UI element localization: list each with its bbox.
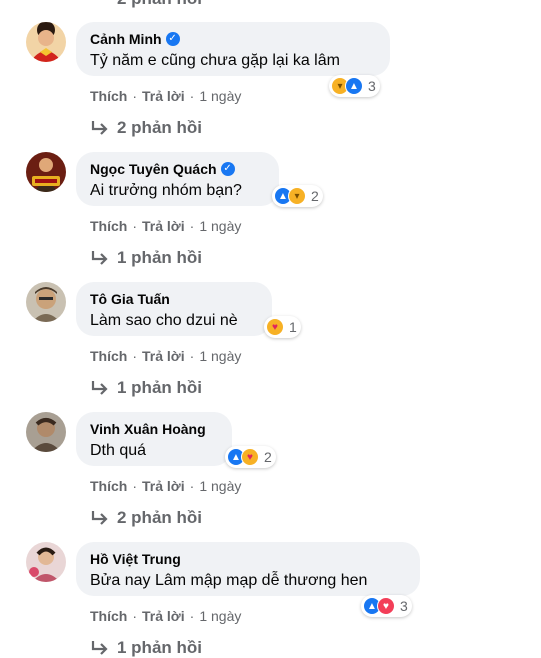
avatar-image: [26, 282, 66, 322]
separator: ·: [189, 218, 195, 234]
view-replies-link[interactable]: 1 phản hồi: [91, 248, 202, 268]
separator: ·: [189, 608, 195, 624]
avatar[interactable]: [26, 412, 66, 452]
comment-actions: Thích · Trả lời · 1 ngày: [90, 88, 241, 104]
reaction-count: 2: [311, 188, 319, 204]
comment-bubble: Tô Gia Tuấn Làm sao cho dzui nè: [76, 282, 272, 336]
reaction-summary[interactable]: ▾ ▲ 3: [329, 75, 380, 97]
replies-count: 1 phản hồi: [117, 248, 202, 267]
reaction-summary[interactable]: ▲ ♥ 3: [361, 595, 412, 617]
comment-actions: Thích · Trả lời · 1 ngày: [90, 608, 241, 624]
reply-link[interactable]: Trả lời: [142, 478, 185, 494]
separator: ·: [132, 348, 138, 364]
reaction-count: 3: [368, 78, 376, 94]
comment-actions: Thích · Trả lời · 1 ngày: [90, 218, 241, 234]
reaction-count: 3: [400, 598, 408, 614]
avatar-image: [26, 412, 66, 452]
comment-time[interactable]: 1 ngày: [199, 608, 241, 624]
reply-arrow-icon: [91, 381, 108, 395]
comment-actions: Thích · Trả lời · 1 ngày: [90, 478, 241, 494]
avatar[interactable]: [26, 282, 66, 322]
reply-link[interactable]: Trả lời: [142, 88, 185, 104]
previous-replies-link[interactable]: 2 phản hồi: [117, 0, 202, 9]
avatar-image: [26, 152, 66, 192]
comment-author[interactable]: Hồ Việt Trung: [90, 550, 181, 568]
view-replies-link[interactable]: 1 phản hồi: [91, 378, 202, 398]
replies-count: 1 phản hồi: [117, 638, 202, 657]
comment-text: Tỷ năm e cũng chưa gặp lại ka lâm: [90, 52, 340, 69]
separator: ·: [189, 348, 195, 364]
comment-time[interactable]: 1 ngày: [199, 218, 241, 234]
comment-bubble: Cảnh Minh ✓ Tỷ năm e cũng chưa gặp lại k…: [76, 22, 390, 76]
reaction-count: 1: [289, 319, 297, 335]
comment-time[interactable]: 1 ngày: [199, 348, 241, 364]
avatar-image: [26, 542, 66, 582]
separator: ·: [189, 88, 195, 104]
comment-text: Ai trưởng nhóm bạn?: [90, 182, 242, 199]
comment-text: Dth quá: [90, 442, 147, 459]
care-icon: ♥: [241, 448, 259, 466]
comment-time[interactable]: 1 ngày: [199, 478, 241, 494]
avatar[interactable]: [26, 152, 66, 192]
comment-author[interactable]: Ngọc Tuyên Quách: [90, 160, 217, 178]
view-replies-link[interactable]: 2 phản hồi: [91, 118, 202, 138]
separator: ·: [132, 88, 138, 104]
separator: ·: [132, 218, 138, 234]
view-replies-link[interactable]: 2 phản hồi: [91, 508, 202, 528]
separator: ·: [189, 478, 195, 494]
reaction-summary[interactable]: ▲ ♥ 2: [225, 446, 276, 468]
like-icon: ▲: [345, 77, 363, 95]
reaction-summary[interactable]: ♥ 1: [264, 316, 301, 338]
avatar-image: [26, 22, 66, 62]
care-icon: ♥: [266, 318, 284, 336]
comment-bubble: Hồ Việt Trung Bửa nay Lâm mập mạp dễ thư…: [76, 542, 420, 596]
comment-author[interactable]: Tô Gia Tuấn: [90, 290, 170, 308]
haha-icon: ▾: [288, 187, 306, 205]
avatar[interactable]: [26, 542, 66, 582]
like-link[interactable]: Thích: [90, 608, 127, 624]
comment-text: Làm sao cho dzui nè: [90, 312, 238, 329]
reply-arrow-icon: [91, 511, 108, 525]
comment-time[interactable]: 1 ngày: [199, 88, 241, 104]
comment-author[interactable]: Vinh Xuân Hoàng: [90, 420, 206, 438]
comment-author[interactable]: Cảnh Minh: [90, 30, 162, 48]
separator: ·: [132, 608, 138, 624]
comment-bubble: Ngọc Tuyên Quách ✓ Ai trưởng nhóm bạn?: [76, 152, 279, 206]
comment-text: Bửa nay Lâm mập mạp dễ thương hen: [90, 572, 368, 589]
like-link[interactable]: Thích: [90, 478, 127, 494]
replies-count: 2 phản hồi: [117, 508, 202, 527]
verified-badge-icon: ✓: [165, 32, 180, 46]
comment-actions: Thích · Trả lời · 1 ngày: [90, 348, 241, 364]
love-icon: ♥: [377, 597, 395, 615]
like-link[interactable]: Thích: [90, 348, 127, 364]
reply-arrow-icon: [91, 641, 108, 655]
separator: ·: [132, 478, 138, 494]
replies-count: 2 phản hồi: [117, 118, 202, 137]
reply-arrow-icon: [91, 121, 108, 135]
comment-bubble: Vinh Xuân Hoàng Dth quá: [76, 412, 232, 466]
reaction-count: 2: [264, 449, 272, 465]
view-replies-link[interactable]: 1 phản hồi: [91, 638, 202, 658]
replies-count: 1 phản hồi: [117, 378, 202, 397]
verified-badge-icon: ✓: [220, 162, 235, 176]
reply-link[interactable]: Trả lời: [142, 218, 185, 234]
avatar[interactable]: [26, 22, 66, 62]
reply-link[interactable]: Trả lời: [142, 348, 185, 364]
reply-link[interactable]: Trả lời: [142, 608, 185, 624]
like-link[interactable]: Thích: [90, 88, 127, 104]
like-link[interactable]: Thích: [90, 218, 127, 234]
reply-arrow-icon: [91, 251, 108, 265]
reaction-summary[interactable]: ▲ ▾ 2: [272, 185, 323, 207]
